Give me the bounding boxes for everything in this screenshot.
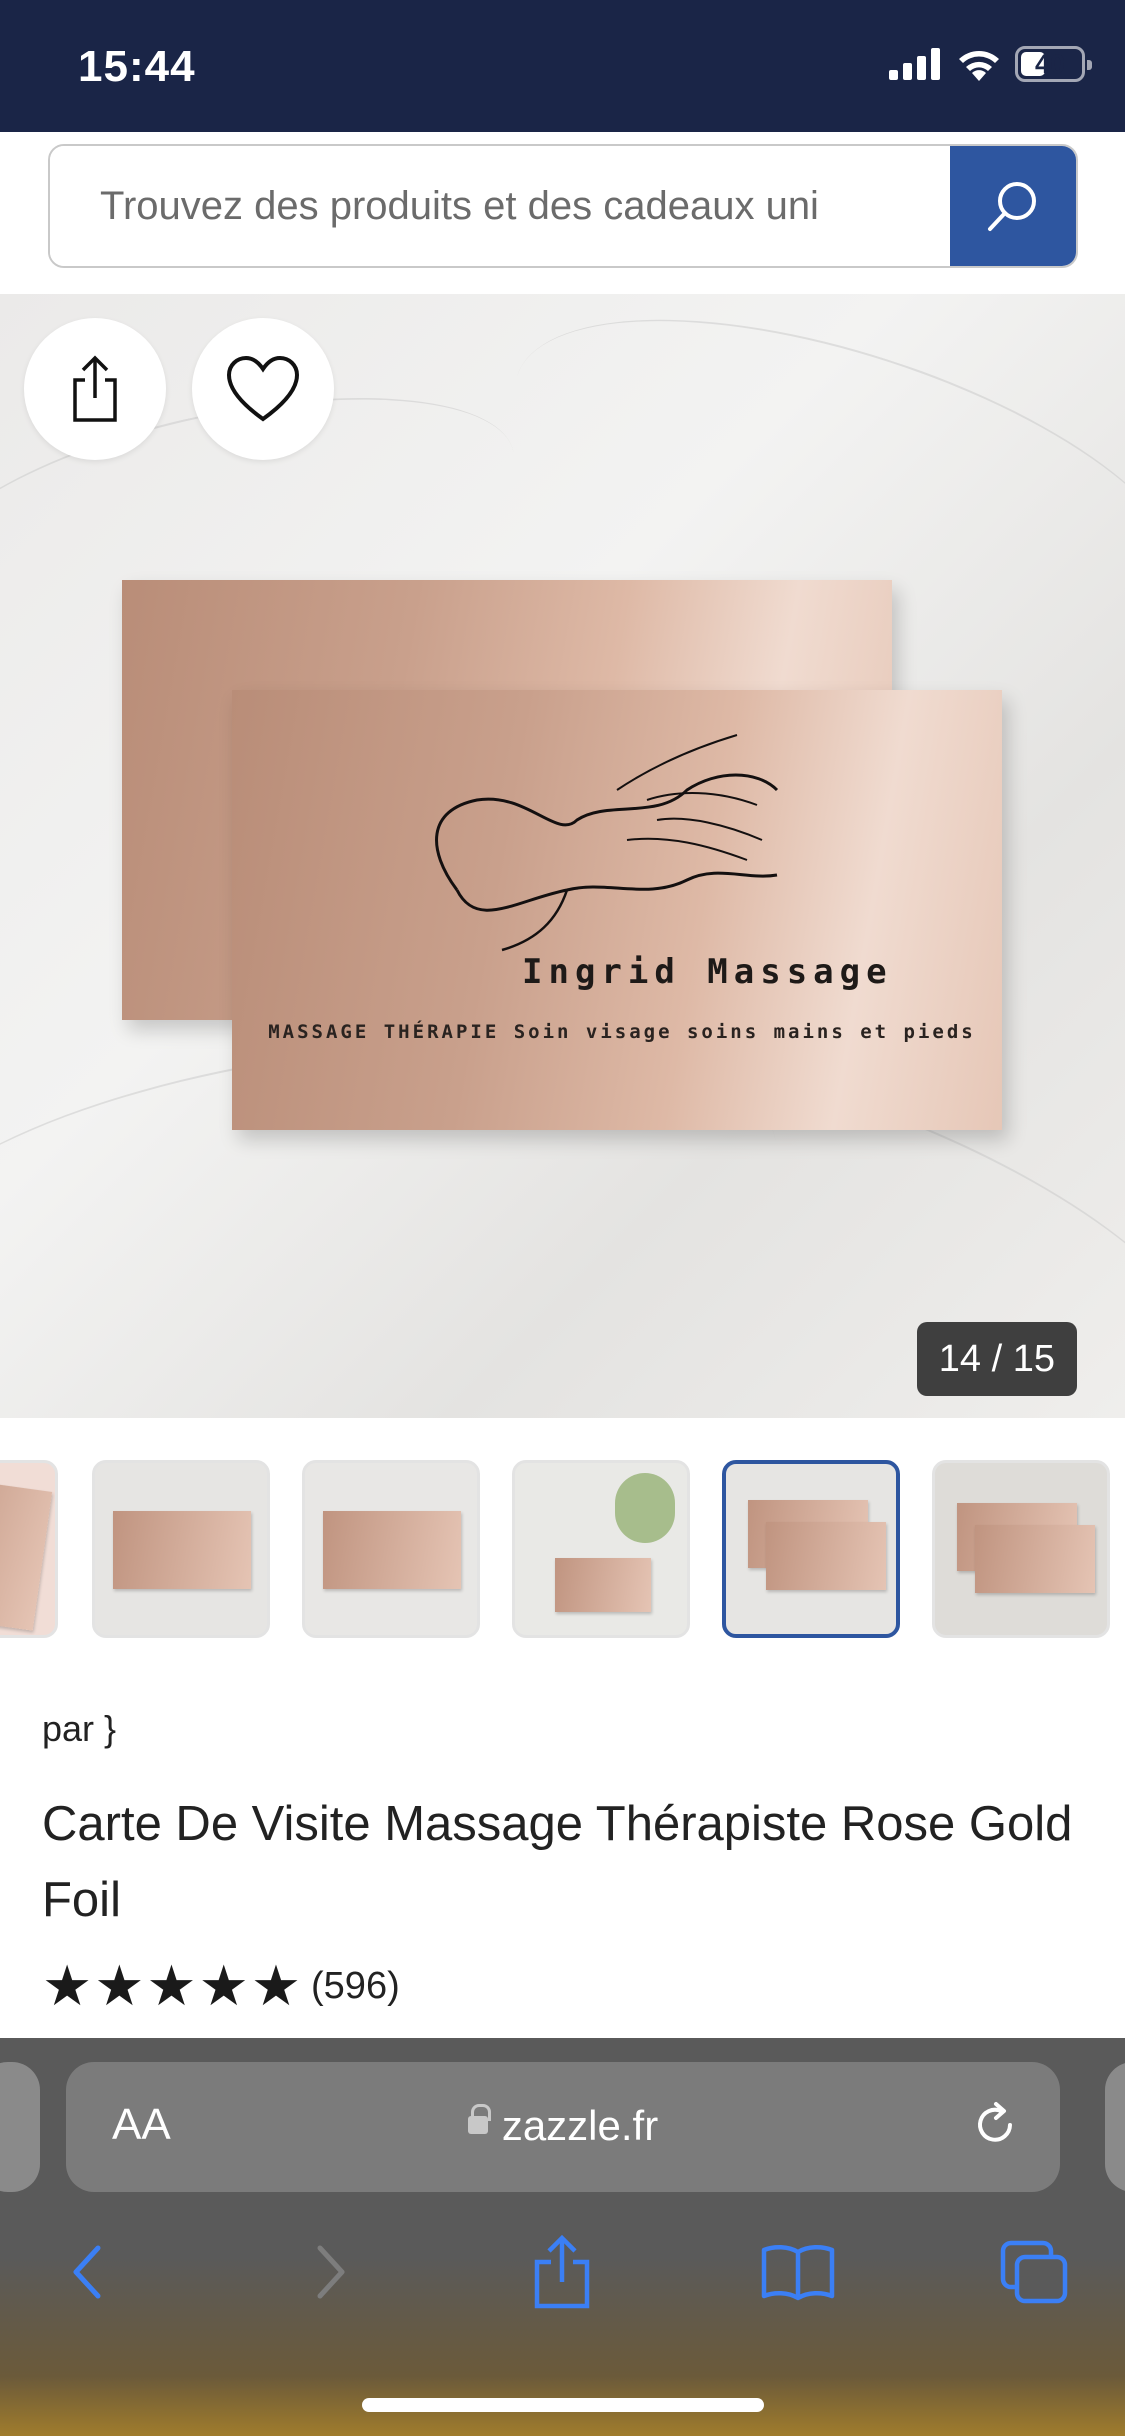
share-icon xyxy=(73,355,117,422)
reload-button[interactable] xyxy=(970,2100,1020,2155)
wifi-icon xyxy=(959,51,999,81)
card-brand-text: Ingrid Massage xyxy=(522,952,893,992)
browser-nav xyxy=(0,2222,1125,2342)
product-info: par } Carte De Visite Massage Thérapiste… xyxy=(0,1688,1125,2038)
thumbnail-strip xyxy=(0,1418,1125,1688)
page: 15:44 40 Trouvez des produits et des cad… xyxy=(0,0,1125,2436)
address-bar[interactable]: AA zazzle.fr xyxy=(66,2062,1060,2192)
reload-icon xyxy=(978,2102,1012,2142)
product-image[interactable]: Ingrid Massage MASSAGE THÉRAPIE Soin vis… xyxy=(0,294,1125,1418)
card-tagline-text: MASSAGE THÉRAPIE Soin visage soins mains… xyxy=(268,1021,976,1043)
browser-toolbar: AA zazzle.fr xyxy=(0,2038,1125,2436)
rating-count: (596) xyxy=(311,1964,400,2007)
chevron-right-icon xyxy=(317,2245,345,2299)
thumbnail[interactable] xyxy=(0,1460,58,1638)
search-input[interactable] xyxy=(50,146,950,266)
search-box xyxy=(48,144,1078,268)
share-icon xyxy=(534,2234,590,2309)
heart-icon xyxy=(226,355,300,422)
thumbnail-active[interactable] xyxy=(722,1460,900,1638)
home-indicator[interactable] xyxy=(362,2398,764,2412)
status-icons: 40 xyxy=(889,46,1092,82)
forward-button[interactable] xyxy=(280,2222,380,2322)
book-icon xyxy=(761,2245,835,2301)
image-counter: 14 / 15 xyxy=(916,1322,1077,1396)
star-icon: ★ xyxy=(198,1954,249,2017)
signal-icon xyxy=(889,48,940,80)
status-time: 15:44 xyxy=(78,42,196,91)
star-icon: ★ xyxy=(42,1954,93,2017)
search-bar xyxy=(0,132,1125,294)
thumbnail[interactable] xyxy=(932,1460,1110,1638)
search-button[interactable] xyxy=(950,146,1076,266)
product-author[interactable]: par } xyxy=(42,1708,116,1750)
previous-tab-edge[interactable] xyxy=(0,2062,40,2192)
lock-icon xyxy=(467,2103,491,2134)
star-icon: ★ xyxy=(146,1954,197,2017)
star-icon: ★ xyxy=(94,1954,145,2017)
back-button[interactable] xyxy=(38,2222,138,2322)
favorite-button[interactable] xyxy=(192,318,334,460)
battery-level: 40 xyxy=(1034,48,1066,79)
battery-icon: 40 xyxy=(1015,46,1092,82)
card-front: Ingrid Massage MASSAGE THÉRAPIE Soin vis… xyxy=(232,690,1002,1130)
star-icon: ★ xyxy=(250,1954,302,2017)
share-button[interactable] xyxy=(24,318,166,460)
status-bar: 15:44 40 xyxy=(0,0,1125,132)
browser-share-button[interactable] xyxy=(512,2222,612,2322)
tabs-icon xyxy=(1000,2240,1068,2304)
tabs-button[interactable] xyxy=(984,2222,1084,2322)
thumbnail[interactable] xyxy=(512,1460,690,1638)
massage-logo-icon xyxy=(435,734,779,952)
domain-text: zazzle.fr xyxy=(501,2102,659,2149)
thumbnail[interactable] xyxy=(302,1460,480,1638)
product-rating[interactable]: ★ ★ ★ ★ ★ (596) xyxy=(42,1958,400,2014)
bookmarks-button[interactable] xyxy=(748,2222,848,2322)
chevron-left-icon xyxy=(73,2245,101,2299)
url-display: zazzle.fr xyxy=(66,2102,1060,2150)
next-tab-edge[interactable] xyxy=(1105,2062,1125,2192)
search-icon xyxy=(988,182,1036,231)
product-title: Carte De Visite Massage Thérapiste Rose … xyxy=(42,1797,1073,1927)
thumbnail[interactable] xyxy=(92,1460,270,1638)
